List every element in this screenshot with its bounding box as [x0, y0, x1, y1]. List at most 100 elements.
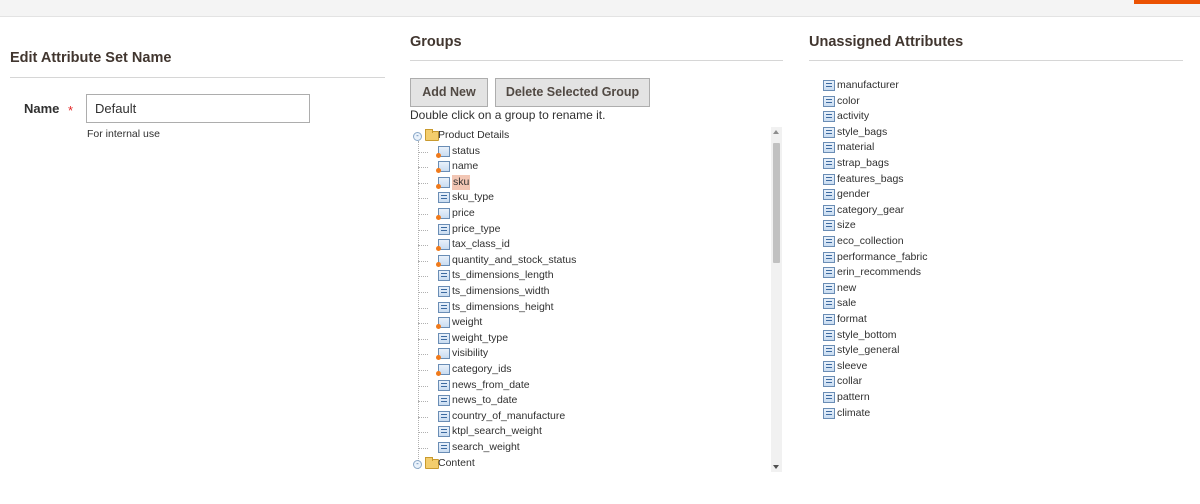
- tree-attribute-node[interactable]: price: [410, 206, 770, 222]
- tree-attribute-node[interactable]: news_to_date: [410, 393, 770, 409]
- system-attribute-icon: [436, 208, 450, 220]
- tree-connector: [418, 167, 428, 169]
- groups-title: Groups: [410, 34, 462, 50]
- attribute-icon: [823, 251, 835, 263]
- tree-attribute-node[interactable]: weight_type: [410, 331, 770, 347]
- scroll-up-arrow-icon[interactable]: [773, 130, 779, 134]
- tree-group-node[interactable]: - Content: [410, 456, 770, 472]
- tree-node-label: news_from_date: [452, 378, 530, 391]
- tree-attribute-node[interactable]: category_ids: [410, 362, 770, 378]
- save-button[interactable]: [1134, 0, 1200, 4]
- tree-group-node[interactable]: - Product Details: [410, 128, 770, 144]
- attribute-icon: [823, 360, 835, 372]
- folder-icon: [425, 456, 439, 469]
- tree-connector: [418, 307, 428, 309]
- attribute-icon: [823, 236, 835, 247]
- attribute-icon: [438, 332, 450, 344]
- tree-node-label: category_ids: [452, 363, 512, 375]
- unassigned-attribute-label: format: [837, 313, 867, 325]
- attribute-icon: [823, 189, 835, 201]
- tree-attribute-node[interactable]: name: [410, 159, 770, 175]
- tree-node-label: visibility: [452, 347, 489, 360]
- tree-attribute-node[interactable]: price_type: [410, 222, 770, 238]
- system-attribute-icon: [436, 348, 450, 361]
- tree-connector: [418, 385, 428, 387]
- tree-connector: [418, 338, 428, 340]
- tree-attribute-node[interactable]: news_from_date: [410, 378, 770, 394]
- unassigned-attribute-label: activity: [837, 110, 870, 123]
- tree-attribute-node[interactable]: country_of_manufacture: [410, 409, 770, 425]
- tree-connector: [418, 214, 428, 215]
- tree-scrollbar[interactable]: [771, 127, 782, 472]
- delete-selected-group-button[interactable]: Delete Selected Group: [495, 78, 650, 107]
- attribute-icon: [823, 282, 835, 294]
- tree-attribute-node[interactable]: tax_class_id: [410, 237, 770, 253]
- attribute-icon: [823, 173, 835, 185]
- unassigned-attribute-label: climate: [837, 406, 871, 419]
- attribute-icon: [823, 267, 835, 279]
- edit-attribute-set-title: Edit Attribute Set Name: [10, 50, 172, 66]
- tree-connector: [418, 432, 428, 434]
- name-hint: For internal use: [87, 128, 160, 140]
- tree-connector: [418, 292, 428, 293]
- tree-node-label: sku_type: [452, 191, 495, 204]
- unassigned-attribute-label: features_bags: [837, 172, 904, 185]
- unassigned-attribute-label: sale: [837, 297, 857, 310]
- tree-node-label: weight_type: [452, 331, 509, 344]
- tree-connector: [418, 182, 428, 184]
- tree-node-label: name: [452, 160, 479, 173]
- attribute-icon: [823, 345, 835, 357]
- add-new-group-button[interactable]: Add New: [410, 78, 488, 107]
- unassigned-attribute-label: gender: [837, 188, 870, 201]
- tree-node-label: price_type: [452, 222, 501, 235]
- scroll-down-arrow-icon[interactable]: [773, 465, 779, 469]
- tree-attribute-node[interactable]: search_weight: [410, 440, 770, 456]
- tree-attribute-node[interactable]: ts_dimensions_height: [410, 300, 770, 316]
- collapse-toggle-icon[interactable]: -: [413, 459, 422, 469]
- system-attribute-icon: [436, 145, 450, 158]
- attribute-icon: [438, 286, 450, 297]
- attribute-icon: [823, 298, 835, 310]
- tree-connector: [418, 276, 428, 278]
- tree-connector: [418, 416, 428, 418]
- tree-node-label: search_weight: [452, 441, 520, 453]
- tree-attribute-node[interactable]: sku: [410, 174, 770, 191]
- tree-attribute-node[interactable]: ts_dimensions_length: [410, 268, 770, 284]
- unassigned-attribute-label: new: [837, 281, 857, 294]
- tree-connector: [418, 354, 428, 356]
- tree-node-label: ts_dimensions_height: [452, 300, 554, 313]
- tree-attribute-node[interactable]: quantity_and_stock_status: [410, 253, 770, 269]
- collapse-toggle-icon[interactable]: -: [413, 132, 422, 141]
- tree-attribute-node[interactable]: weight: [410, 315, 770, 331]
- attribute-icon: [823, 220, 835, 232]
- folder-icon: [425, 129, 439, 141]
- scroll-thumb[interactable]: [773, 143, 780, 263]
- tree-node-label: sku: [452, 174, 471, 190]
- tree-attribute-node[interactable]: ts_dimensions_width: [410, 284, 770, 300]
- attribute-set-name-input[interactable]: [86, 94, 310, 123]
- attribute-icon: [823, 126, 835, 138]
- unassigned-attribute-label: collar: [837, 375, 863, 388]
- tree-node-label: tax_class_id: [452, 238, 510, 251]
- tree-connector: [418, 370, 428, 371]
- attribute-icon: [823, 329, 835, 341]
- unassigned-attribute-label: sleeve: [837, 359, 868, 372]
- system-attribute-icon: [436, 239, 450, 252]
- attribute-icon: [823, 376, 835, 388]
- tree-node-label: news_to_date: [452, 394, 518, 407]
- attribute-icon: [823, 392, 835, 403]
- unassigned-attribute-label: style_bottom: [837, 328, 897, 341]
- tree-attribute-node[interactable]: status: [410, 144, 770, 160]
- unassigned-attribute-label: color: [837, 94, 860, 107]
- attribute-icon: [823, 204, 835, 216]
- tree-attribute-node[interactable]: sku_type: [410, 190, 770, 206]
- unassigned-attribute-label: erin_recommends: [837, 266, 922, 279]
- attribute-icon: [438, 379, 450, 391]
- unassigned-attribute-label: style_bags: [837, 125, 888, 138]
- tree-connector: [418, 229, 428, 231]
- attribute-icon: [823, 158, 835, 169]
- tree-attribute-node[interactable]: visibility: [410, 346, 770, 362]
- attribute-icon: [438, 223, 450, 235]
- tree-node-label: country_of_manufacture: [452, 409, 566, 422]
- tree-attribute-node[interactable]: ktpl_search_weight: [410, 424, 770, 440]
